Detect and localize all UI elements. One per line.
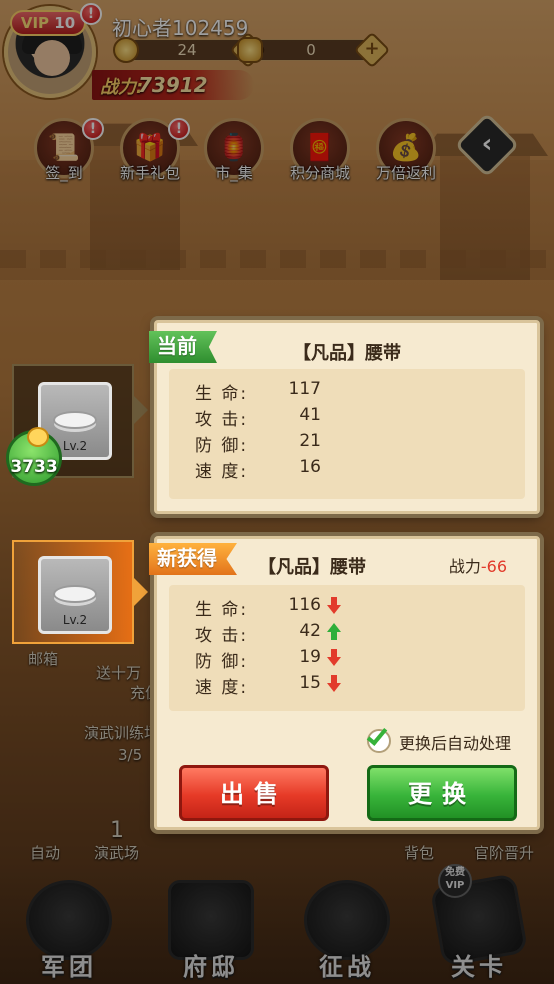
new-stats-box: 生 命: 116 攻 击: 42 防 御: 19 速 度: 15 — [169, 585, 525, 711]
stat-key: 生 命: — [195, 384, 249, 404]
belt-icon — [53, 585, 97, 603]
stat-value: 21 — [299, 431, 321, 451]
auto-process-toggle[interactable]: 更换后自动处理 — [366, 724, 527, 755]
stat-key: 防 御: — [195, 652, 249, 672]
replace-button[interactable]: 更换 — [367, 765, 517, 821]
stat-key: 速 度: — [195, 678, 249, 698]
current-stats-box: 生 命: 117 攻 击: 41 防 御: 21 速 度: 16 — [169, 369, 525, 499]
stat-value: 15 — [299, 673, 321, 693]
current-item-panel: 当前 【凡品】腰带 生 命: 117 攻 击: 41 防 御: 21 速 度: … — [149, 320, 540, 514]
emoji-face-icon — [27, 427, 49, 447]
slot-pointer — [134, 396, 148, 424]
slot-pointer — [134, 578, 148, 606]
stat-key: 攻 击: — [195, 410, 249, 430]
auto-process-label: 更换后自动处理 — [399, 734, 512, 753]
arrow-up-icon — [327, 623, 341, 641]
power-difference: 战力-66 — [449, 553, 507, 577]
current-item-title: 【凡品】腰带 — [293, 343, 401, 364]
auto-process-checkbox[interactable] — [366, 724, 391, 753]
gift-bubble[interactable]: 3733 — [6, 427, 62, 486]
stat-key: 防 御: — [195, 436, 249, 456]
stat-value: 116 — [288, 595, 321, 615]
stat-value: 117 — [288, 379, 321, 399]
new-item-panel: 新获得 【凡品】腰带 战力-66 生 命: 116 攻 击: 42 防 御: 1… — [149, 536, 540, 830]
stat-value: 16 — [299, 457, 321, 477]
stat-value: 41 — [299, 405, 321, 425]
power-diff-label: 战力 — [448, 557, 481, 576]
checkmark-icon — [366, 724, 388, 746]
item-level: Lv.2 — [62, 613, 88, 627]
gift-bubble-value: 3733 — [10, 457, 58, 477]
stat-value: 42 — [299, 621, 321, 641]
stat-key: 生 命: — [195, 600, 249, 620]
arrow-down-icon — [327, 675, 341, 693]
belt-icon — [53, 411, 97, 429]
power-diff-value: -66 — [480, 557, 507, 576]
stat-value: 19 — [299, 647, 321, 667]
stat-key: 速 度: — [195, 462, 249, 482]
arrow-down-icon — [327, 597, 341, 615]
sell-button[interactable]: 出售 — [179, 765, 329, 821]
arrow-down-icon — [327, 649, 341, 667]
stat-key: 攻 击: — [195, 626, 249, 646]
